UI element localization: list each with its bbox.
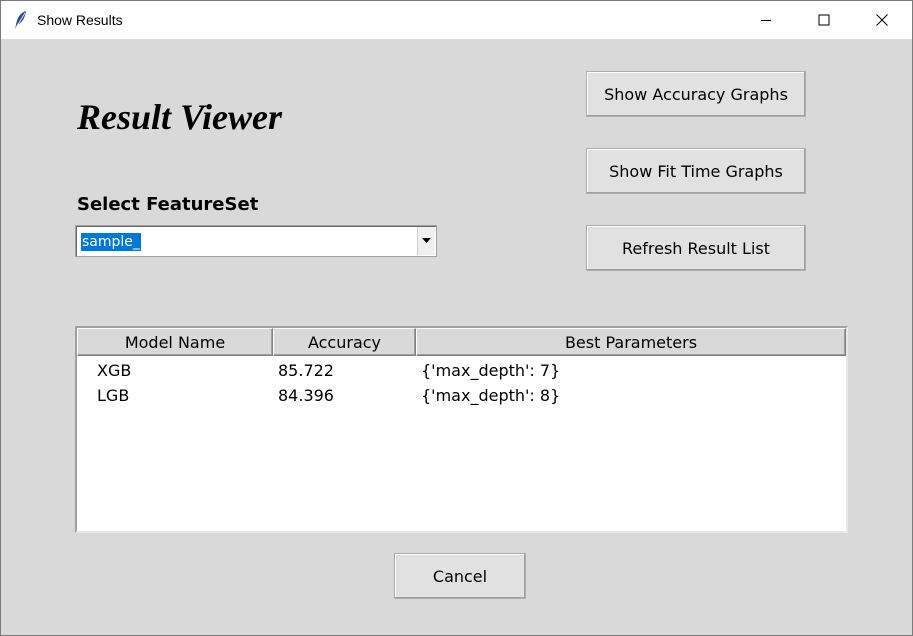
featureset-selected-value[interactable]: sample_ <box>81 233 141 251</box>
window-title: Show Results <box>37 12 123 28</box>
cancel-button[interactable]: Cancel <box>394 553 526 599</box>
show-accuracy-graphs-button[interactable]: Show Accuracy Graphs <box>586 71 806 117</box>
show-fit-time-graphs-button[interactable]: Show Fit Time Graphs <box>586 148 806 194</box>
page-title: Result Viewer <box>77 97 283 137</box>
combobox-dropdown-button[interactable] <box>417 227 435 255</box>
title-bar[interactable]: Show Results <box>1 1 912 39</box>
cell-best-parameters: {'max_depth': 7} <box>421 361 561 380</box>
refresh-result-list-button[interactable]: Refresh Result List <box>586 225 806 271</box>
maximize-icon <box>818 14 830 26</box>
minimize-button[interactable] <box>738 1 796 39</box>
featureset-label: Select FeatureSet <box>77 194 259 215</box>
chevron-down-icon <box>422 238 431 243</box>
cell-accuracy: 84.396 <box>278 386 334 405</box>
table-row[interactable]: LGB 84.396 {'max_depth': 8} <box>77 383 846 408</box>
feather-icon <box>14 10 28 30</box>
results-table[interactable]: Model Name Accuracy Best Parameters XGB … <box>75 326 848 533</box>
cell-model-name: LGB <box>97 386 130 405</box>
minimize-icon <box>761 20 771 21</box>
cell-best-parameters: {'max_depth': 8} <box>421 386 561 405</box>
maximize-button[interactable] <box>796 1 854 39</box>
column-header-model-name[interactable]: Model Name <box>77 328 273 356</box>
cell-model-name: XGB <box>97 361 132 380</box>
show-results-window: Show Results Result Viewer Select Featur… <box>0 0 913 636</box>
table-row[interactable]: XGB 85.722 {'max_depth': 7} <box>77 358 846 383</box>
featureset-combobox[interactable]: sample_ <box>75 225 437 257</box>
close-button[interactable] <box>854 1 912 39</box>
column-header-accuracy[interactable]: Accuracy <box>273 328 416 356</box>
cell-accuracy: 85.722 <box>278 361 334 380</box>
column-header-best-parameters[interactable]: Best Parameters <box>416 328 846 356</box>
table-header: Model Name Accuracy Best Parameters <box>77 328 846 356</box>
close-icon <box>876 14 888 26</box>
